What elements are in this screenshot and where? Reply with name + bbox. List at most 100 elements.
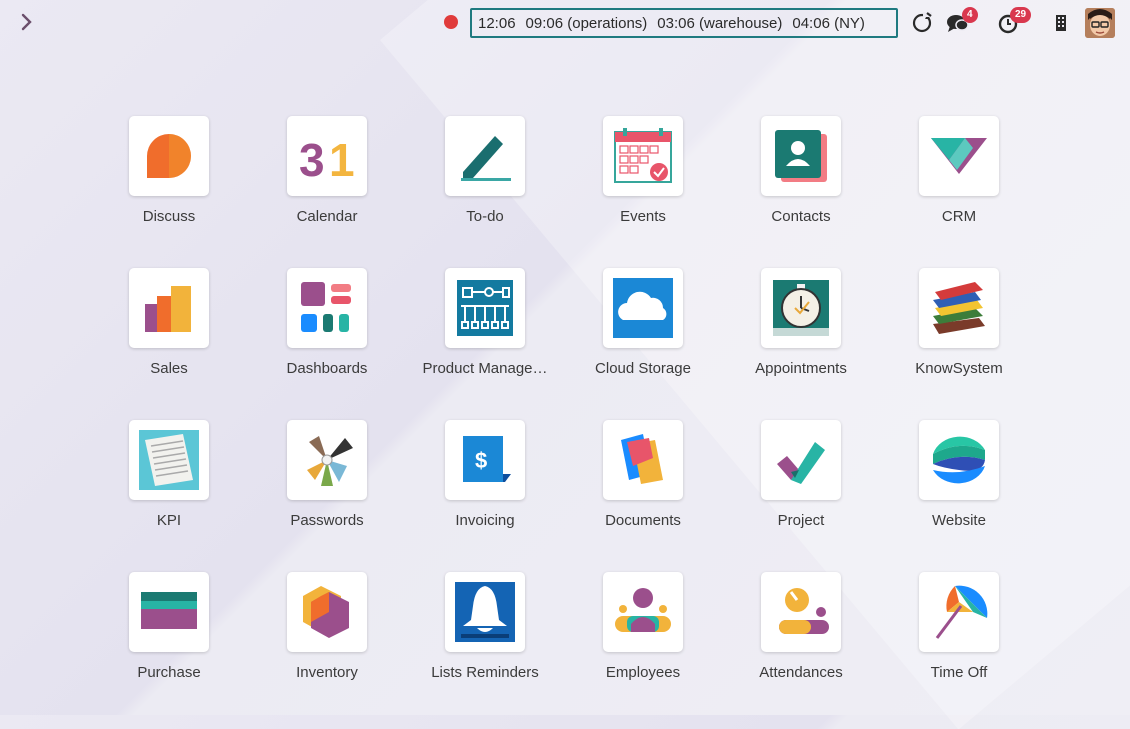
- clock-warehouse: 03:06 (warehouse): [657, 14, 783, 32]
- recording-indicator[interactable]: [444, 15, 458, 29]
- attendances-icon: [779, 588, 829, 634]
- building-icon: [1056, 15, 1066, 31]
- app-label: Calendar: [296, 208, 358, 225]
- app-knowsystem[interactable]: KnowSystem: [879, 268, 1039, 388]
- app-lists-reminders[interactable]: Lists Reminders: [405, 572, 565, 692]
- app-label: Website: [932, 512, 986, 529]
- voip-button[interactable]: [910, 10, 934, 36]
- user-avatar[interactable]: [1085, 8, 1115, 38]
- invoicing-icon: $: [463, 436, 511, 482]
- clock-operations: 09:06 (operations): [525, 14, 648, 32]
- app-tile: [445, 116, 525, 196]
- app-documents[interactable]: Documents: [563, 420, 723, 540]
- svg-text:1: 1: [329, 134, 355, 186]
- app-label: Events: [620, 208, 666, 225]
- appointments-icon: [773, 280, 829, 336]
- app-crm[interactable]: CRM: [879, 116, 1039, 236]
- app-tile: [919, 420, 999, 500]
- app-label: Appointments: [755, 360, 847, 377]
- app-discuss[interactable]: Discuss: [89, 116, 249, 236]
- app-dashboards[interactable]: Dashboards: [247, 268, 407, 388]
- dashboards-icon: [301, 282, 351, 332]
- app-label: Discuss: [142, 208, 196, 225]
- app-tile: [129, 420, 209, 500]
- project-icon: [777, 442, 825, 484]
- knowsystem-icon: [933, 282, 985, 334]
- bell-icon: [455, 582, 515, 642]
- app-label: Dashboards: [286, 360, 368, 377]
- app-tile: [287, 268, 367, 348]
- app-label: Project: [777, 512, 825, 529]
- app-tile: [919, 268, 999, 348]
- contacts-icon: [775, 130, 827, 182]
- app-events[interactable]: Events: [563, 116, 723, 236]
- app-label: Sales: [150, 360, 188, 377]
- app-todo[interactable]: To-do: [405, 116, 565, 236]
- app-attendances[interactable]: Attendances: [721, 572, 881, 692]
- activities-badge: 29: [1010, 7, 1032, 23]
- app-label: Invoicing: [455, 512, 515, 529]
- messages-button[interactable]: 4: [946, 7, 980, 36]
- app-label: Inventory: [296, 664, 358, 681]
- app-tile: [919, 572, 999, 652]
- app-label: Purchase: [137, 664, 201, 681]
- menu-toggle-button[interactable]: [14, 10, 38, 34]
- app-project[interactable]: Project: [721, 420, 881, 540]
- app-time-off[interactable]: Time Off: [879, 572, 1039, 692]
- app-label: Passwords: [290, 512, 364, 529]
- avatar-face-icon: [1085, 8, 1115, 38]
- app-tile: [761, 116, 841, 196]
- app-tile: 3 1: [287, 116, 367, 196]
- app-tile: [919, 116, 999, 196]
- company-switcher[interactable]: [1053, 10, 1069, 36]
- app-purchase[interactable]: Purchase: [89, 572, 249, 692]
- svg-text:$: $: [475, 448, 487, 473]
- crm-icon: [931, 138, 987, 174]
- app-passwords[interactable]: Passwords: [247, 420, 407, 540]
- app-tile: [603, 572, 683, 652]
- app-inventory[interactable]: Inventory: [247, 572, 407, 692]
- app-employees[interactable]: Employees: [563, 572, 723, 692]
- app-invoicing[interactable]: $ Invoicing: [405, 420, 565, 540]
- todo-icon: [461, 136, 511, 181]
- app-product-management[interactable]: Product Manage…: [405, 268, 565, 388]
- app-label: Time Off: [930, 664, 988, 681]
- app-tile: [761, 572, 841, 652]
- purchase-icon: [141, 592, 197, 629]
- employees-icon: [615, 588, 671, 632]
- app-sales[interactable]: Sales: [89, 268, 249, 388]
- app-label: Lists Reminders: [431, 664, 539, 681]
- clock-local: 12:06: [478, 14, 516, 32]
- app-contacts[interactable]: Contacts: [721, 116, 881, 236]
- discuss-icon: [147, 134, 191, 178]
- app-website[interactable]: Website: [879, 420, 1039, 540]
- app-appointments[interactable]: Appointments: [721, 268, 881, 388]
- app-calendar[interactable]: 3 1 Calendar: [247, 116, 407, 236]
- app-label: Product Manage…: [422, 360, 548, 377]
- app-cloud-storage[interactable]: Cloud Storage: [563, 268, 723, 388]
- app-label: Documents: [605, 512, 681, 529]
- app-kpi[interactable]: KPI: [89, 420, 249, 540]
- world-clock-widget[interactable]: 12:06 09:06 (operations) 03:06 (warehous…: [470, 8, 898, 38]
- app-tile: [603, 116, 683, 196]
- events-icon: [614, 128, 672, 183]
- messages-badge: 4: [962, 7, 978, 23]
- app-label: Employees: [605, 664, 681, 681]
- app-tile: [761, 268, 841, 348]
- app-label: Contacts: [771, 208, 831, 225]
- app-label: Attendances: [759, 664, 843, 681]
- product-management-icon: [457, 280, 513, 336]
- app-tile: [287, 572, 367, 652]
- svg-text:3: 3: [299, 134, 325, 186]
- app-tile: [445, 268, 525, 348]
- sales-icon: [145, 286, 191, 332]
- app-tile: [603, 420, 683, 500]
- passwords-icon: [307, 436, 353, 486]
- calendar-icon: 3 1: [299, 134, 355, 186]
- app-tile: [129, 572, 209, 652]
- activities-button[interactable]: 29: [998, 7, 1040, 36]
- inventory-icon: [303, 586, 349, 638]
- clock-ny: 04:06 (NY): [792, 14, 865, 32]
- app-label: KnowSystem: [915, 360, 1003, 377]
- app-tile: [603, 268, 683, 348]
